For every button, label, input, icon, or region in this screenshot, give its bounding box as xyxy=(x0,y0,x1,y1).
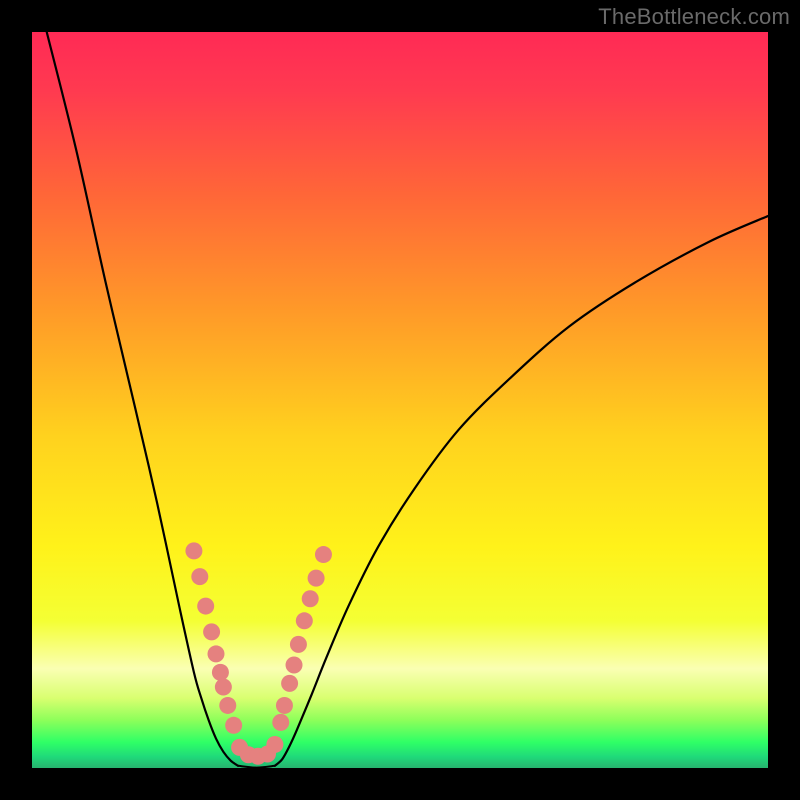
data-point xyxy=(286,656,303,673)
data-point xyxy=(219,697,236,714)
data-point xyxy=(308,570,325,587)
data-point xyxy=(208,645,225,662)
chart-frame xyxy=(32,32,768,768)
data-point xyxy=(212,664,229,681)
watermark-text: TheBottleneck.com xyxy=(598,4,790,30)
data-point xyxy=(197,598,214,615)
data-point xyxy=(296,612,313,629)
data-point xyxy=(302,590,319,607)
data-point xyxy=(215,679,232,696)
data-point xyxy=(225,717,242,734)
data-point xyxy=(191,568,208,585)
data-point xyxy=(290,636,307,653)
bottleneck-chart xyxy=(32,32,768,768)
data-point xyxy=(281,675,298,692)
data-point xyxy=(315,546,332,563)
data-point xyxy=(276,697,293,714)
data-point xyxy=(266,736,283,753)
gradient-background xyxy=(32,32,768,768)
data-point xyxy=(272,714,289,731)
data-point xyxy=(185,542,202,559)
data-point xyxy=(203,623,220,640)
